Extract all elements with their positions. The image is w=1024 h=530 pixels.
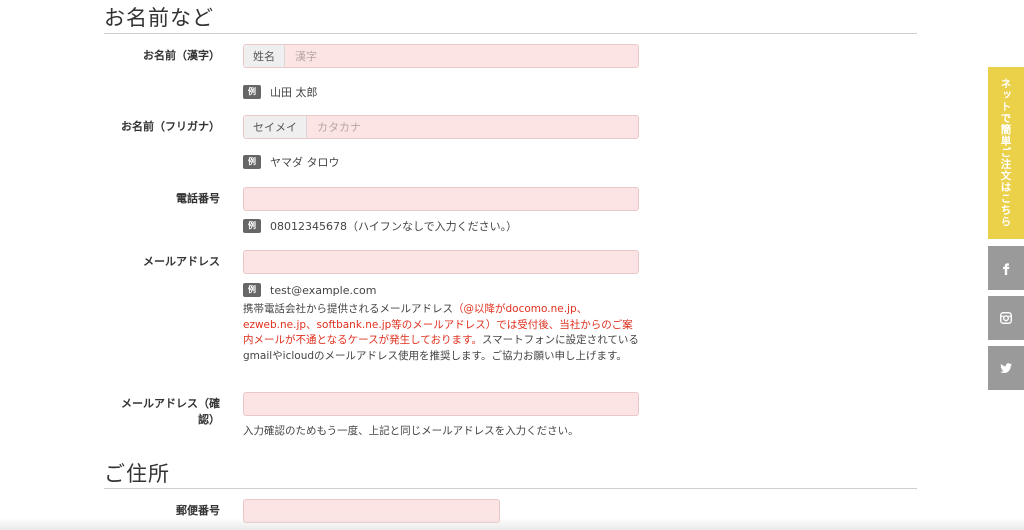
name-kanji-example-text: 山田 太郎 [270, 86, 318, 99]
email-input[interactable] [244, 251, 638, 273]
label-email-confirm-line2: 認） [198, 413, 220, 426]
name-kanji-example: 例 山田 太郎 [243, 84, 318, 100]
name-kana-addon: セイメイ [244, 116, 307, 138]
label-postal: 郵便番号 [176, 504, 220, 517]
label-phone: 電話番号 [176, 192, 220, 205]
email-example-text: test@example.com [270, 283, 377, 297]
twitter-icon [1000, 363, 1012, 374]
twitter-button[interactable] [988, 346, 1024, 390]
instagram-button[interactable] [988, 296, 1024, 340]
email-notice-part1: 携帯電話会社から提供されるメールアドレス [243, 303, 453, 315]
name-kanji-addon: 姓名 [244, 45, 285, 67]
instagram-icon [1000, 312, 1012, 324]
bottom-shadow [0, 518, 1024, 530]
order-online-label: ネットで簡単ご注文はこちら [999, 78, 1012, 228]
example-badge: 例 [243, 85, 261, 99]
email-confirm-note: 入力確認のためもう一度、上記と同じメールアドレスを入力ください。 [243, 425, 579, 437]
facebook-icon [1003, 263, 1010, 275]
label-email-confirm-line1: メールアドレス（確 [121, 397, 220, 410]
name-kanji-input[interactable] [285, 45, 638, 67]
phone-example: 例 08012345678（ハイフンなしで入力ください。） [243, 218, 517, 234]
phone-input[interactable] [244, 188, 638, 210]
label-email: メールアドレス [143, 255, 220, 268]
label-name-kana: お名前（フリガナ） [121, 120, 220, 133]
phone-field [243, 187, 639, 211]
name-kanji-field: 姓名 [243, 44, 639, 68]
label-email-confirm: メールアドレス（確 認） [121, 396, 220, 428]
facebook-button[interactable] [988, 246, 1024, 290]
name-kana-input[interactable] [307, 116, 638, 138]
example-badge: 例 [243, 155, 261, 169]
email-notice: 携帯電話会社から提供されるメールアドレス（@以降がdocomo.ne.jp、ez… [243, 302, 643, 364]
label-name-kanji: お名前（漢字） [143, 49, 220, 62]
email-confirm-input[interactable] [244, 393, 638, 415]
section-divider [104, 488, 917, 489]
email-confirm-field [243, 392, 639, 416]
name-kana-example: 例 ヤマダ タロウ [243, 154, 340, 170]
email-field [243, 250, 639, 274]
section-title-name: お名前など [104, 6, 214, 30]
section-divider [104, 33, 917, 34]
phone-example-text: 08012345678（ハイフンなしで入力ください。） [270, 220, 518, 233]
section-title-address: ご住所 [104, 462, 170, 486]
order-online-tab[interactable]: ネットで簡単ご注文はこちら [988, 67, 1024, 239]
email-example: 例 test@example.com [243, 283, 376, 297]
example-badge: 例 [243, 219, 261, 233]
name-kana-field: セイメイ [243, 115, 639, 139]
name-kana-example-text: ヤマダ タロウ [270, 156, 340, 169]
example-badge: 例 [243, 283, 261, 297]
